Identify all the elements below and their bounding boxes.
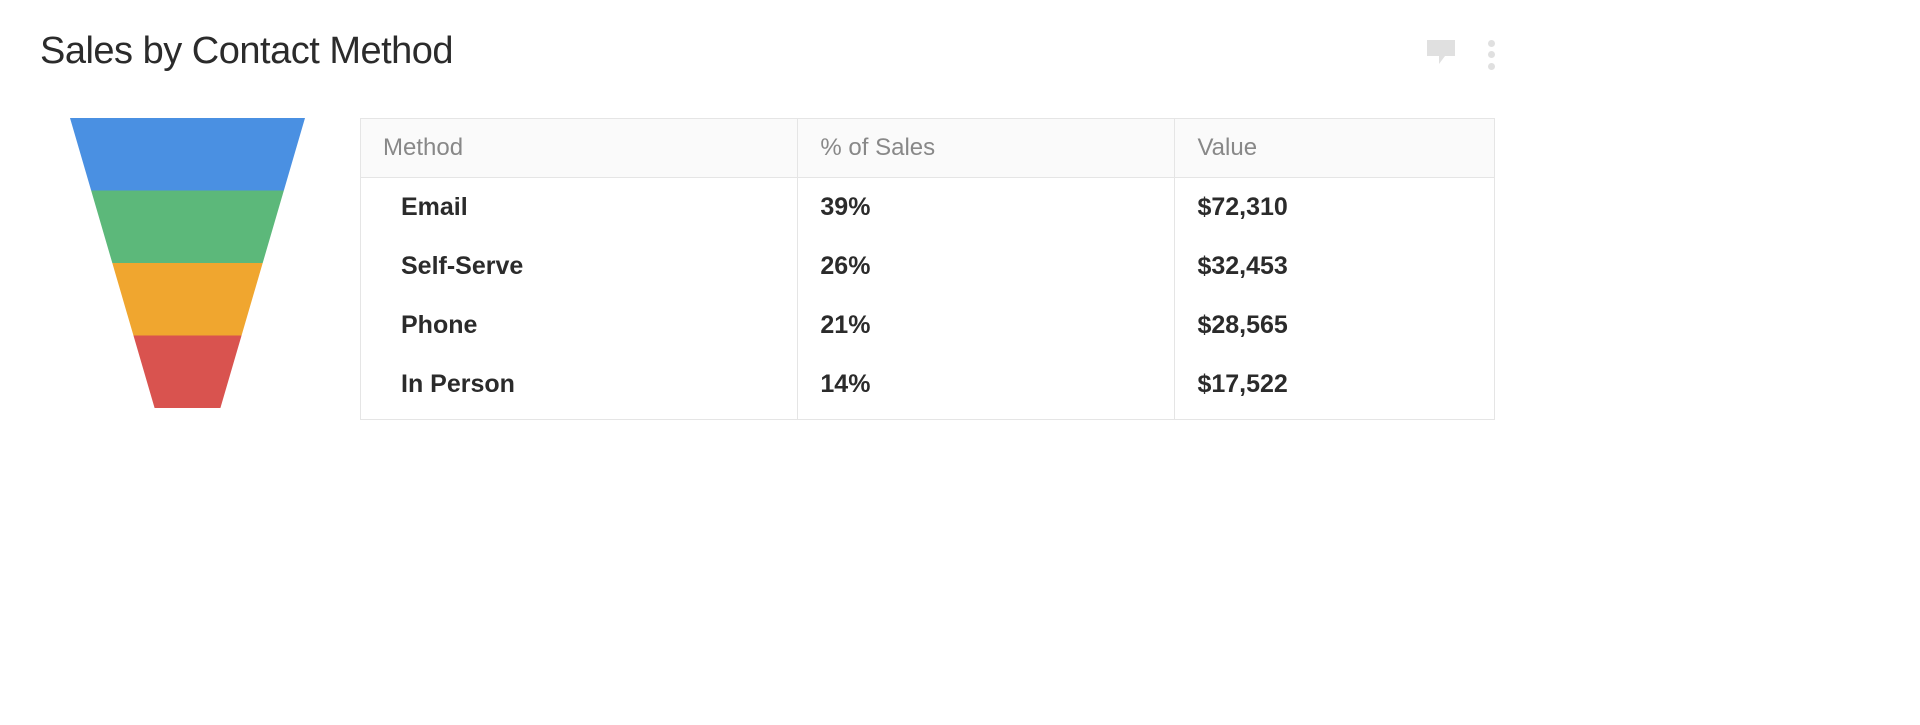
sales-table: Method % of Sales Value Email39%$72,310S… xyxy=(360,118,1495,420)
comment-icon[interactable] xyxy=(1425,38,1457,71)
widget-body: Method % of Sales Value Email39%$72,310S… xyxy=(40,118,1495,420)
cell-percent: 26% xyxy=(798,237,1175,296)
funnel-segment xyxy=(70,118,305,191)
funnel-segment xyxy=(133,336,241,409)
funnel-segment xyxy=(91,191,284,264)
cell-percent: 39% xyxy=(798,178,1175,238)
cell-value: $28,565 xyxy=(1175,296,1495,355)
widget-header: Sales by Contact Method xyxy=(40,30,1495,73)
cell-percent: 21% xyxy=(798,296,1175,355)
table-row: Self-Serve26%$32,453 xyxy=(361,237,1495,296)
funnel-chart xyxy=(70,118,305,408)
table-row: Email39%$72,310 xyxy=(361,178,1495,238)
table-header-row: Method % of Sales Value xyxy=(361,119,1495,178)
cell-method: Self-Serve xyxy=(361,237,798,296)
cell-value: $32,453 xyxy=(1175,237,1495,296)
col-value: Value xyxy=(1175,119,1495,178)
widget-title: Sales by Contact Method xyxy=(40,30,453,73)
funnel-segment xyxy=(112,263,262,336)
table-row: In Person14%$17,522 xyxy=(361,355,1495,420)
widget-actions xyxy=(1425,30,1495,71)
cell-value: $72,310 xyxy=(1175,178,1495,238)
table-row: Phone21%$28,565 xyxy=(361,296,1495,355)
cell-value: $17,522 xyxy=(1175,355,1495,420)
sales-by-contact-widget: Sales by Contact Method Method % of Sal xyxy=(0,0,1535,470)
col-percent: % of Sales xyxy=(798,119,1175,178)
col-method: Method xyxy=(361,119,798,178)
more-options-icon[interactable] xyxy=(1487,40,1495,70)
cell-method: In Person xyxy=(361,355,798,420)
cell-method: Email xyxy=(361,178,798,238)
cell-method: Phone xyxy=(361,296,798,355)
cell-percent: 14% xyxy=(798,355,1175,420)
